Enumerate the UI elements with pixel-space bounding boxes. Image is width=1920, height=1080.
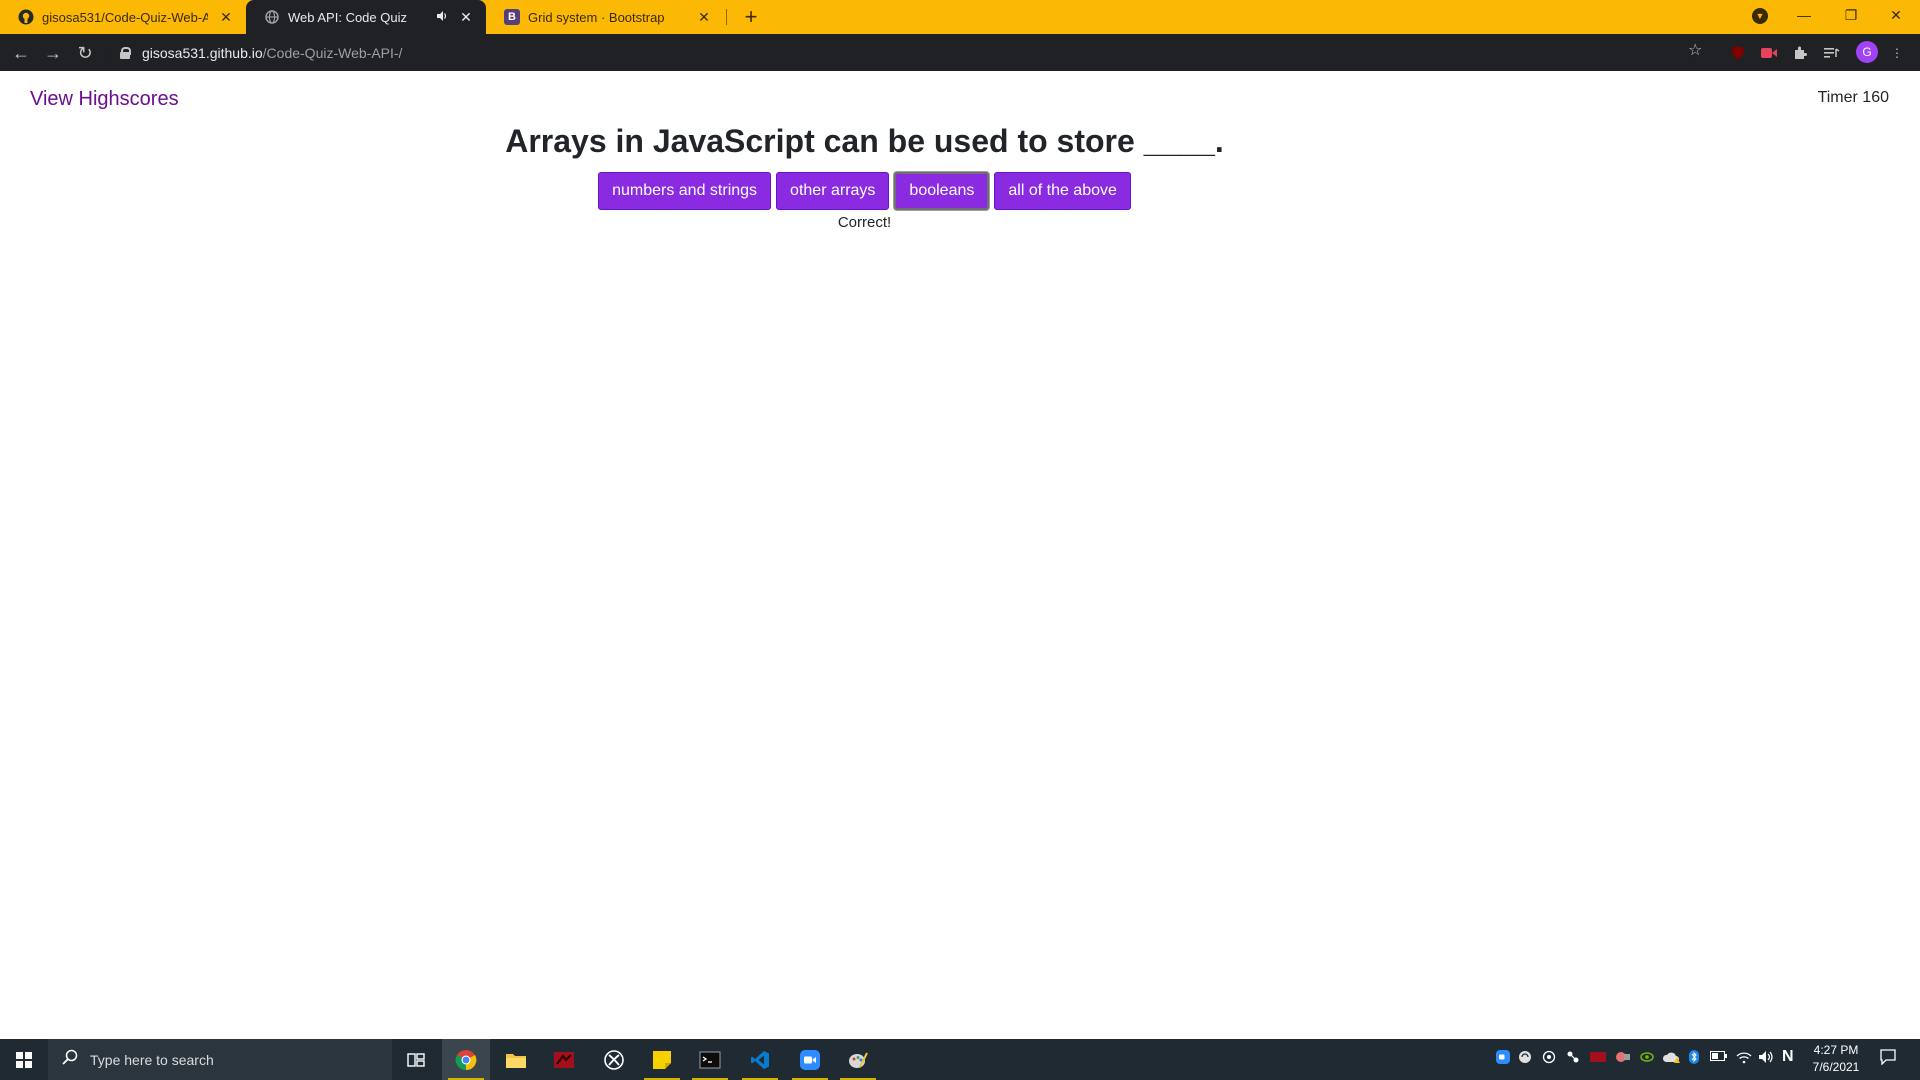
extensions-puzzle-icon[interactable]	[1790, 43, 1810, 63]
steam-tray-icon[interactable]	[1542, 1050, 1556, 1067]
search-placeholder: Type here to search	[90, 1051, 214, 1068]
screencast-extension-icon[interactable]	[1759, 43, 1779, 63]
volume-icon[interactable]	[1758, 1050, 1774, 1067]
paint-icon[interactable]	[834, 1039, 882, 1080]
zoom-icon[interactable]	[786, 1039, 834, 1080]
bookmark-star-icon[interactable]: ☆	[1688, 40, 1702, 60]
game-tray-icon[interactable]	[1590, 1050, 1606, 1067]
clock-date: 7/6/2021	[1812, 1060, 1860, 1074]
url-path: /Code-Quiz-Web-API-/	[262, 45, 403, 61]
profile-avatar[interactable]: G	[1856, 41, 1878, 63]
tab-divider	[726, 9, 727, 25]
game-app-icon[interactable]	[540, 1039, 588, 1080]
lock-icon[interactable]	[120, 47, 131, 59]
view-highscores-link[interactable]: View Highscores	[30, 88, 179, 111]
tab-title: Grid system · Bootstrap	[528, 9, 665, 25]
vscode-icon[interactable]	[736, 1039, 784, 1080]
answer-feedback: Correct!	[837, 214, 892, 231]
cloud-tray-icon[interactable]	[1662, 1050, 1680, 1067]
taskbar-clock[interactable]: 4:27 PM 7/6/2021	[1806, 1042, 1866, 1076]
task-view-icon[interactable]	[392, 1039, 440, 1080]
input-method-icon[interactable]: N	[1782, 1048, 1794, 1066]
tab-github-repo[interactable]: gisosa531/Code-Quiz-Web-API- ✕	[0, 0, 246, 34]
page-content: View Highscores Timer 160 Arrays in Java…	[0, 71, 1920, 1039]
github-icon	[18, 9, 34, 25]
answer-button[interactable]: booleans	[894, 172, 990, 210]
taskbar-search-box[interactable]: Type here to search	[48, 1039, 392, 1080]
question-text: Arrays in JavaScript can be used to stor…	[505, 123, 1224, 159]
sticky-notes-icon[interactable]	[638, 1039, 686, 1080]
tab-title: Web API: Code Quiz	[288, 9, 407, 25]
more-menu-icon[interactable]: ⋮	[1887, 43, 1907, 63]
close-window-button[interactable]: ✕	[1876, 0, 1916, 30]
reload-icon[interactable]: ↻	[72, 40, 98, 66]
tab-close-icon[interactable]: ✕	[696, 9, 712, 26]
tab-bootstrap-grid[interactable]: B Grid system · Bootstrap ✕	[486, 0, 724, 34]
recorder-tray-icon[interactable]	[1614, 1050, 1630, 1067]
timer-display: Timer 160	[1817, 89, 1889, 106]
url-text[interactable]: gisosa531.github.io/Code-Quiz-Web-API-/	[142, 45, 402, 61]
browser-toolbar: ← → ↻ gisosa531.github.io/Code-Quiz-Web-…	[0, 34, 1920, 71]
tab-close-icon[interactable]: ✕	[458, 9, 474, 26]
globe-icon	[264, 9, 280, 25]
bluetooth-icon[interactable]	[1688, 1050, 1700, 1067]
speaker-icon[interactable]	[436, 10, 448, 25]
tab-code-quiz[interactable]: Web API: Code Quiz ✕	[246, 0, 486, 34]
answer-button[interactable]: all of the above	[994, 172, 1131, 210]
xbox-icon[interactable]	[590, 1039, 638, 1080]
answer-button-group: numbers and strings other arrays boolean…	[0, 172, 1729, 210]
search-icon	[62, 1049, 78, 1070]
minimize-button[interactable]: —	[1784, 0, 1824, 30]
url-host: gisosa531.github.io	[142, 45, 263, 61]
clock-time: 4:27 PM	[1813, 1043, 1859, 1057]
browser-tab-strip: gisosa531/Code-Quiz-Web-API- ✕ Web API: …	[0, 0, 1920, 34]
answer-button[interactable]: numbers and strings	[598, 172, 772, 210]
windows-start-icon[interactable]	[0, 1039, 48, 1080]
new-tab-button[interactable]: +	[738, 4, 764, 30]
address-bar[interactable]: gisosa531.github.io/Code-Quiz-Web-API-/	[108, 39, 1694, 67]
bootstrap-logo-letter: B	[504, 9, 520, 25]
forward-arrow-icon[interactable]: →	[40, 40, 66, 66]
network-share-tray-icon[interactable]	[1566, 1050, 1580, 1067]
terminal-icon[interactable]	[686, 1039, 734, 1080]
windows-taskbar: Type here to search N 4:27 PM 7/6/2021	[0, 1039, 1920, 1080]
nvidia-tray-icon[interactable]	[1640, 1050, 1654, 1067]
tab-search-icon[interactable]: ▼	[1752, 8, 1768, 24]
tab-title: gisosa531/Code-Quiz-Web-API-	[42, 9, 208, 25]
zoom-tray-icon[interactable]	[1496, 1050, 1510, 1067]
ublock-extension-icon[interactable]	[1728, 43, 1748, 63]
bootstrap-icon: B	[504, 9, 520, 25]
sync-tray-icon[interactable]	[1518, 1050, 1532, 1067]
reading-list-icon[interactable]	[1822, 43, 1842, 63]
answer-button[interactable]: other arrays	[776, 172, 890, 210]
restore-button[interactable]: ❐	[1831, 0, 1871, 30]
notification-center-icon[interactable]	[1878, 1049, 1898, 1069]
tab-close-icon[interactable]: ✕	[218, 9, 234, 26]
chrome-icon[interactable]	[442, 1039, 490, 1080]
wifi-icon[interactable]	[1736, 1050, 1752, 1067]
back-arrow-icon[interactable]: ←	[8, 40, 34, 66]
file-explorer-icon[interactable]	[492, 1039, 540, 1080]
battery-icon[interactable]	[1710, 1050, 1728, 1065]
